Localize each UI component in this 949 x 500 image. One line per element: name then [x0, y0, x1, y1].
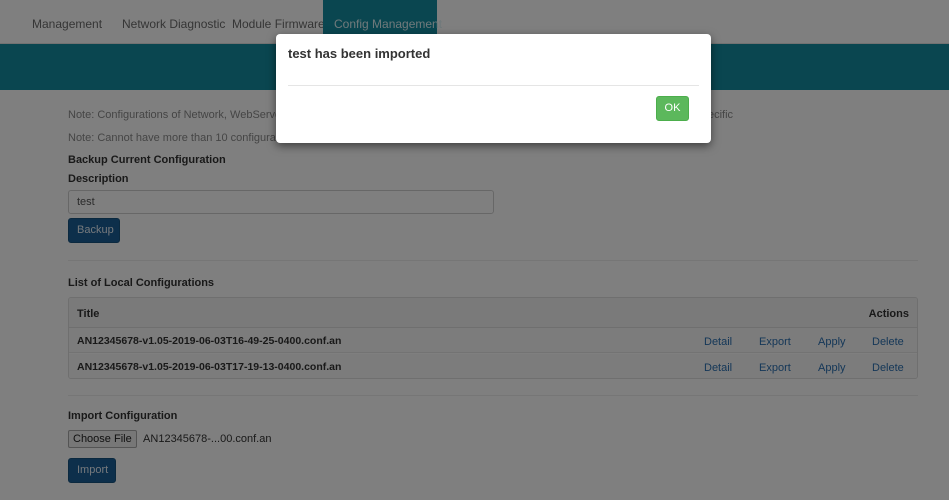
dialog-divider — [288, 85, 699, 86]
config-management-page: Management Network Diagnostic Module Fir… — [0, 0, 949, 500]
dialog-message: test has been imported — [288, 46, 431, 61]
import-success-dialog: test has been imported OK — [276, 34, 711, 143]
ok-button[interactable]: OK — [656, 96, 689, 121]
